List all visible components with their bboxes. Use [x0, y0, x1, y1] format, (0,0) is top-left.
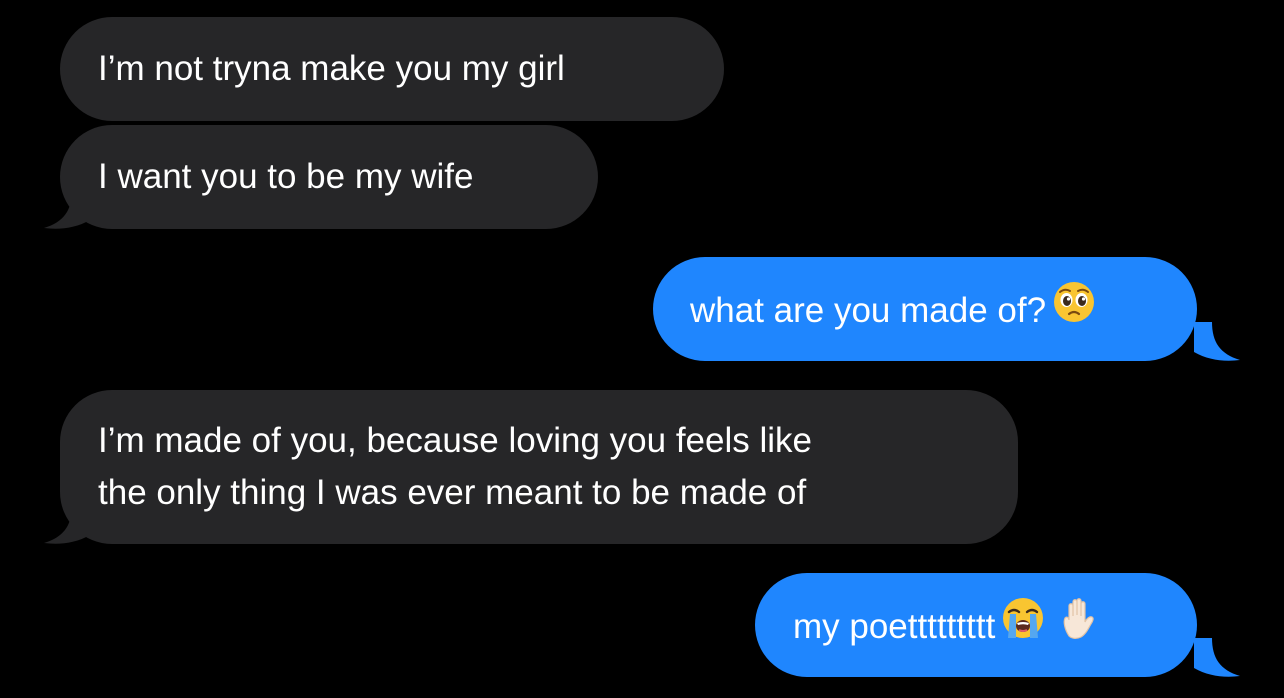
message-text: I’m not tryna make you my girl [98, 49, 565, 88]
pleading-face-emoji [1052, 280, 1096, 339]
message-text-line: I’m made of you, because loving you feel… [98, 421, 812, 460]
sent-message-bubble[interactable]: my poettttttttt [755, 573, 1197, 677]
received-message-bubble[interactable]: I’m made of you, because loving you feel… [60, 390, 1018, 544]
bubble-tail [44, 190, 90, 229]
bubble-tail [1194, 638, 1240, 677]
received-message-bubble[interactable]: I’m not tryna make you my girl [60, 17, 724, 121]
bubble-tail [1194, 322, 1240, 361]
message-text: my poettttttttt [793, 606, 996, 646]
loudly-crying-face-emoji [1001, 596, 1045, 655]
message-text: I want you to be my wife [98, 157, 474, 196]
received-message-bubble[interactable]: I want you to be my wife [60, 125, 598, 229]
message-text: what are you made of? [690, 290, 1047, 330]
raised-hand-emoji [1057, 596, 1101, 655]
message-text-line: the only thing I was ever meant to be ma… [98, 473, 807, 512]
bubble-tail [44, 505, 90, 544]
sent-message-bubble[interactable]: what are you made of? [653, 257, 1197, 361]
